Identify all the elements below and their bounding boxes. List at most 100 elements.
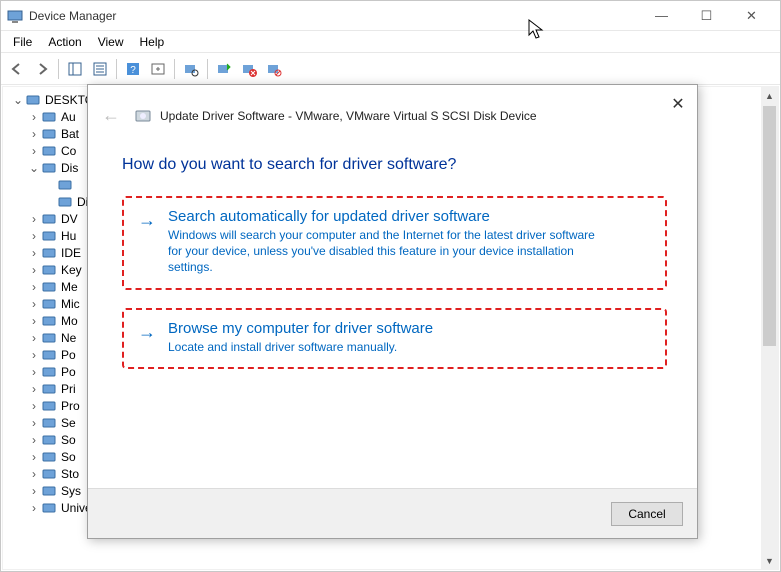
scroll-down-icon[interactable]: ▼ bbox=[763, 554, 776, 567]
uninstall-button[interactable] bbox=[237, 57, 261, 81]
tree-item-label: So bbox=[61, 433, 76, 447]
tree-item-label: Pri bbox=[61, 382, 76, 396]
expander-icon[interactable]: › bbox=[27, 450, 41, 464]
menu-file[interactable]: File bbox=[5, 33, 40, 51]
scan-hardware-button[interactable] bbox=[179, 57, 203, 81]
option2-desc: Locate and install driver software manua… bbox=[168, 339, 433, 355]
disable-button[interactable] bbox=[262, 57, 286, 81]
scroll-thumb[interactable] bbox=[763, 106, 776, 346]
option1-desc: Windows will search your computer and th… bbox=[168, 227, 598, 276]
device-icon bbox=[41, 347, 57, 363]
update-driver-button[interactable] bbox=[212, 57, 236, 81]
expander-icon[interactable]: › bbox=[27, 314, 41, 328]
device-icon bbox=[41, 398, 57, 414]
tree-item-label: Mic bbox=[61, 297, 80, 311]
expander-icon[interactable]: › bbox=[27, 467, 41, 481]
tree-item-label: Bat bbox=[61, 127, 79, 141]
option2-title: Browse my computer for driver software bbox=[168, 320, 433, 337]
device-icon bbox=[41, 381, 57, 397]
tree-item-label: Po bbox=[61, 365, 76, 379]
expander-icon[interactable]: › bbox=[27, 382, 41, 396]
cancel-button[interactable]: Cancel bbox=[611, 502, 683, 526]
expander-icon[interactable]: › bbox=[27, 229, 41, 243]
tree-item-label: IDE bbox=[61, 246, 81, 260]
disk-icon bbox=[134, 107, 152, 125]
tree-item-label: Se bbox=[61, 416, 76, 430]
maximize-button[interactable]: ☐ bbox=[684, 1, 729, 30]
svg-text:?: ? bbox=[130, 65, 136, 76]
tree-item-label: Me bbox=[61, 280, 78, 294]
device-icon bbox=[41, 449, 57, 465]
minimize-button[interactable]: — bbox=[639, 1, 684, 30]
expander-icon[interactable]: › bbox=[27, 212, 41, 226]
forward-button[interactable] bbox=[30, 57, 54, 81]
device-icon bbox=[41, 126, 57, 142]
expander-icon[interactable]: › bbox=[27, 365, 41, 379]
device-icon bbox=[41, 211, 57, 227]
device-icon bbox=[41, 483, 57, 499]
device-icon bbox=[41, 415, 57, 431]
tree-item-label: Dis bbox=[61, 161, 78, 175]
expander-icon[interactable]: ⌄ bbox=[11, 93, 25, 107]
dialog-heading: How do you want to search for driver sof… bbox=[122, 156, 667, 174]
device-icon bbox=[41, 279, 57, 295]
device-icon bbox=[41, 228, 57, 244]
device-icon bbox=[57, 194, 73, 210]
menu-action[interactable]: Action bbox=[40, 33, 89, 51]
titlebar: Device Manager — ☐ ✕ bbox=[1, 1, 780, 31]
toolbar: ? bbox=[1, 53, 780, 85]
vertical-scrollbar[interactable]: ▲ ▼ bbox=[761, 87, 778, 569]
dialog-back-button[interactable]: ← bbox=[96, 101, 126, 130]
tree-item-label: Mo bbox=[61, 314, 78, 328]
expander-icon[interactable]: › bbox=[27, 280, 41, 294]
device-icon bbox=[41, 466, 57, 482]
expander-icon[interactable]: › bbox=[27, 399, 41, 413]
expander-icon[interactable]: › bbox=[27, 127, 41, 141]
device-icon bbox=[41, 109, 57, 125]
close-button[interactable]: ✕ bbox=[729, 1, 774, 30]
expander-icon[interactable]: › bbox=[27, 501, 41, 515]
device-icon bbox=[41, 330, 57, 346]
device-icon bbox=[41, 143, 57, 159]
expander-icon[interactable]: › bbox=[27, 348, 41, 362]
menu-view[interactable]: View bbox=[90, 33, 132, 51]
tree-item-label: So bbox=[61, 450, 76, 464]
expander-icon[interactable]: › bbox=[27, 263, 41, 277]
show-hide-tree-button[interactable] bbox=[63, 57, 87, 81]
device-icon bbox=[41, 500, 57, 516]
expander-icon[interactable]: › bbox=[27, 416, 41, 430]
expander-icon[interactable]: › bbox=[27, 297, 41, 311]
device-icon bbox=[41, 313, 57, 329]
properties-button[interactable] bbox=[88, 57, 112, 81]
scroll-up-icon[interactable]: ▲ bbox=[763, 89, 776, 102]
tree-item-label: Key bbox=[61, 263, 82, 277]
dialog-footer: Cancel bbox=[88, 488, 697, 538]
expander-icon[interactable]: › bbox=[27, 331, 41, 345]
back-button[interactable] bbox=[5, 57, 29, 81]
action-button[interactable] bbox=[146, 57, 170, 81]
arrow-right-icon: → bbox=[138, 322, 156, 343]
expander-icon[interactable]: › bbox=[27, 484, 41, 498]
expander-icon[interactable]: › bbox=[27, 433, 41, 447]
device-manager-icon bbox=[7, 8, 23, 24]
window-title: Device Manager bbox=[29, 9, 639, 23]
tree-item-label: DV bbox=[61, 212, 78, 226]
arrow-right-icon: → bbox=[138, 210, 156, 231]
expander-icon[interactable]: › bbox=[27, 110, 41, 124]
dialog-close-button[interactable]: ✕ bbox=[665, 91, 691, 117]
device-icon bbox=[41, 160, 57, 176]
option-browse-computer[interactable]: → Browse my computer for driver software… bbox=[122, 308, 667, 369]
expander-icon[interactable]: ⌄ bbox=[27, 161, 41, 175]
device-icon bbox=[25, 92, 41, 108]
menu-help[interactable]: Help bbox=[132, 33, 173, 51]
tree-item-label: Au bbox=[61, 110, 76, 124]
option-search-automatically[interactable]: → Search automatically for updated drive… bbox=[122, 196, 667, 290]
device-icon bbox=[41, 262, 57, 278]
option1-title: Search automatically for updated driver … bbox=[168, 208, 598, 225]
tree-item-label: Hu bbox=[61, 229, 76, 243]
help-button[interactable]: ? bbox=[121, 57, 145, 81]
expander-icon[interactable]: › bbox=[27, 246, 41, 260]
expander-icon[interactable]: › bbox=[27, 144, 41, 158]
device-icon bbox=[41, 245, 57, 261]
tree-item-label: Sto bbox=[61, 467, 79, 481]
